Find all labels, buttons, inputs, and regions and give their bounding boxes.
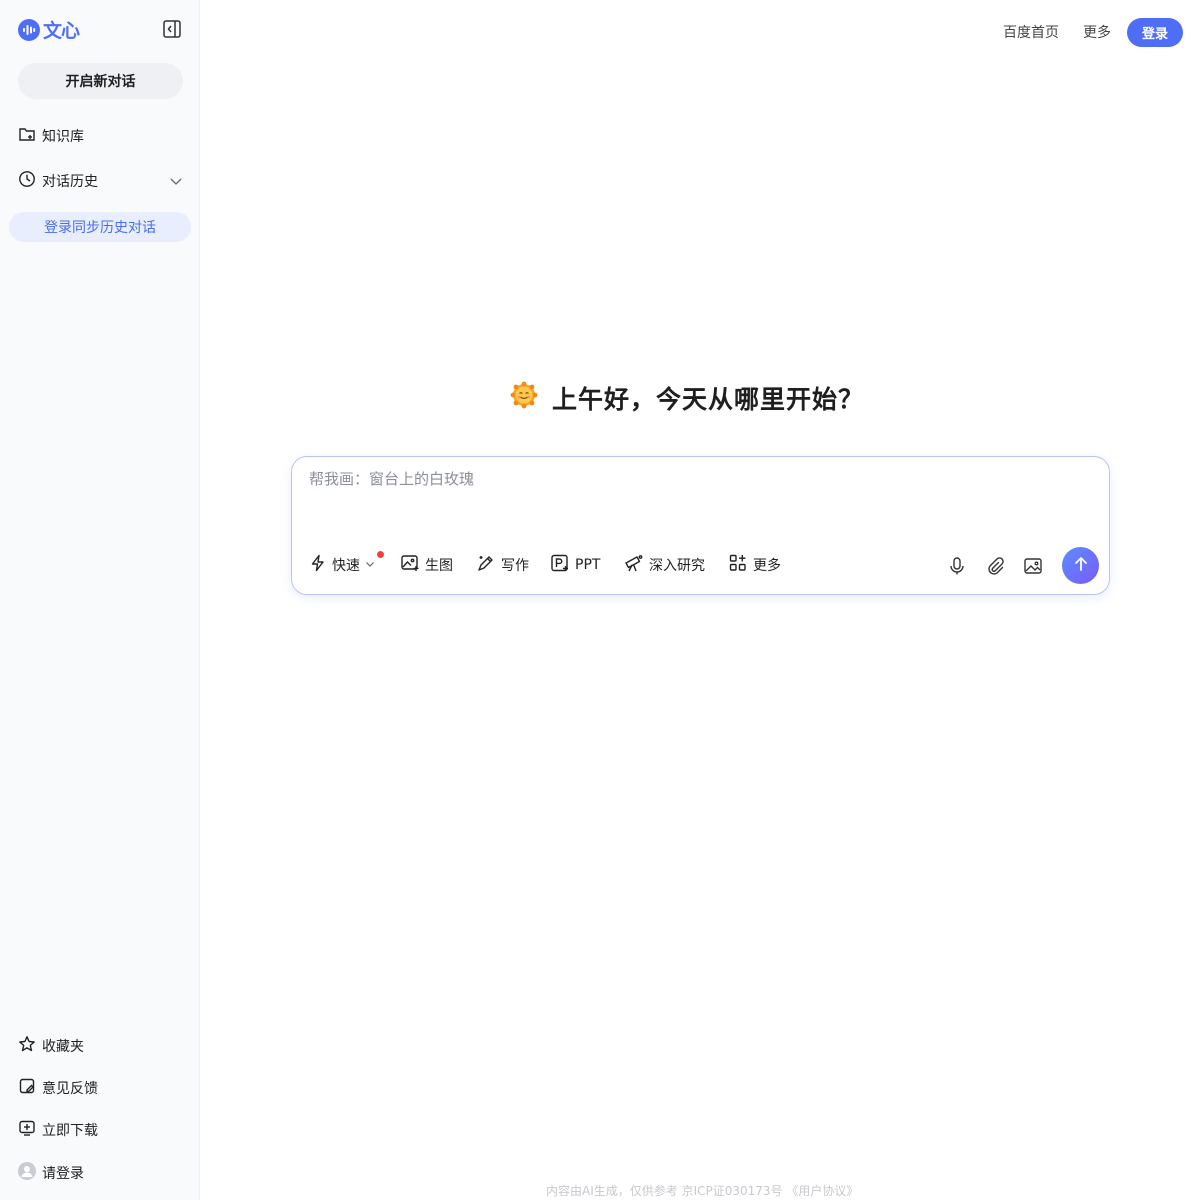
baidu-home-link[interactable]: 百度首页 — [1003, 22, 1059, 42]
more-link[interactable]: 更多 — [1083, 22, 1111, 42]
chat-input-card: 快速 生图 写作 — [291, 456, 1110, 595]
tool-label: 更多 — [753, 558, 781, 574]
chat-input[interactable] — [309, 470, 1089, 488]
sidebar-item-label: 对话历史 — [42, 174, 98, 190]
sidebar-collapse-icon[interactable] — [162, 19, 182, 39]
telescope-icon — [624, 553, 644, 577]
ppt-icon — [550, 553, 570, 577]
footer-disclaimer: 内容由AI生成，仅供参考 京ICP证030173号 《用户协议》 — [546, 1184, 859, 1198]
login-sync-history-button[interactable]: 登录同步历史对话 — [9, 212, 191, 242]
tool-deep-research[interactable]: 深入研究 — [624, 553, 705, 577]
arrow-up-icon — [1072, 555, 1090, 577]
sidebar-item-login[interactable]: 请登录 — [18, 1161, 84, 1185]
greeting-text: 上午好，今天从哪里开始？ — [552, 385, 865, 414]
tool-more[interactable]: 更多 — [728, 553, 781, 577]
brand-name: 文心 — [43, 20, 80, 42]
feedback-icon — [18, 1077, 36, 1099]
tool-image-generate[interactable]: 生图 — [400, 553, 453, 577]
pen-icon — [476, 553, 496, 577]
sidebar-item-knowledge-base[interactable]: 知识库 — [18, 124, 84, 148]
sidebar: 文心 开启新对话 知识库 对话历史 登录同步历史对话 收藏夹 意见反馈 立即下载… — [0, 0, 200, 1200]
tool-label: 生图 — [425, 558, 453, 574]
lightning-icon — [309, 554, 327, 576]
folder-icon — [18, 125, 36, 147]
tool-label: 深入研究 — [649, 558, 705, 574]
sidebar-item-feedback[interactable]: 意见反馈 — [18, 1076, 98, 1100]
sidebar-item-favorites[interactable]: 收藏夹 — [18, 1034, 84, 1058]
login-button[interactable]: 登录 — [1127, 18, 1183, 47]
brand-logo[interactable]: 文心 — [18, 16, 80, 43]
chevron-down-icon — [365, 557, 375, 573]
chevron-down-icon[interactable] — [169, 173, 183, 192]
tool-label: PPT — [575, 557, 601, 573]
sidebar-item-label: 意见反馈 — [42, 1081, 98, 1097]
tool-write[interactable]: 写作 — [476, 553, 529, 577]
sidebar-item-label: 知识库 — [42, 129, 84, 145]
apps-icon — [728, 553, 748, 577]
wenxin-logo-icon — [18, 18, 40, 41]
star-icon — [18, 1035, 36, 1057]
tool-ppt[interactable]: PPT — [550, 553, 600, 577]
new-chat-button[interactable]: 开启新对话 — [18, 63, 183, 99]
sidebar-item-download[interactable]: 立即下载 — [18, 1118, 98, 1142]
sidebar-item-history[interactable]: 对话历史 — [18, 169, 98, 193]
download-icon — [18, 1119, 36, 1141]
sidebar-item-label: 请登录 — [42, 1166, 84, 1182]
tool-label: 写作 — [501, 558, 529, 574]
sidebar-item-label: 立即下载 — [42, 1123, 98, 1139]
new-badge-dot — [377, 551, 384, 558]
tool-label: 快速 — [332, 558, 360, 574]
user-avatar-icon — [18, 1162, 36, 1184]
mode-fast-dropdown[interactable]: 快速 — [309, 553, 375, 577]
paperclip-icon[interactable] — [985, 556, 1005, 576]
image-upload-icon[interactable] — [1023, 556, 1043, 576]
greeting: 上午好，今天从哪里开始？ — [510, 380, 864, 416]
sun-emoji-icon — [510, 381, 538, 415]
send-button[interactable] — [1062, 547, 1099, 584]
sidebar-item-label: 收藏夹 — [42, 1039, 84, 1055]
microphone-icon[interactable] — [947, 556, 967, 576]
image-generate-icon — [400, 553, 420, 577]
clock-icon — [18, 170, 36, 192]
